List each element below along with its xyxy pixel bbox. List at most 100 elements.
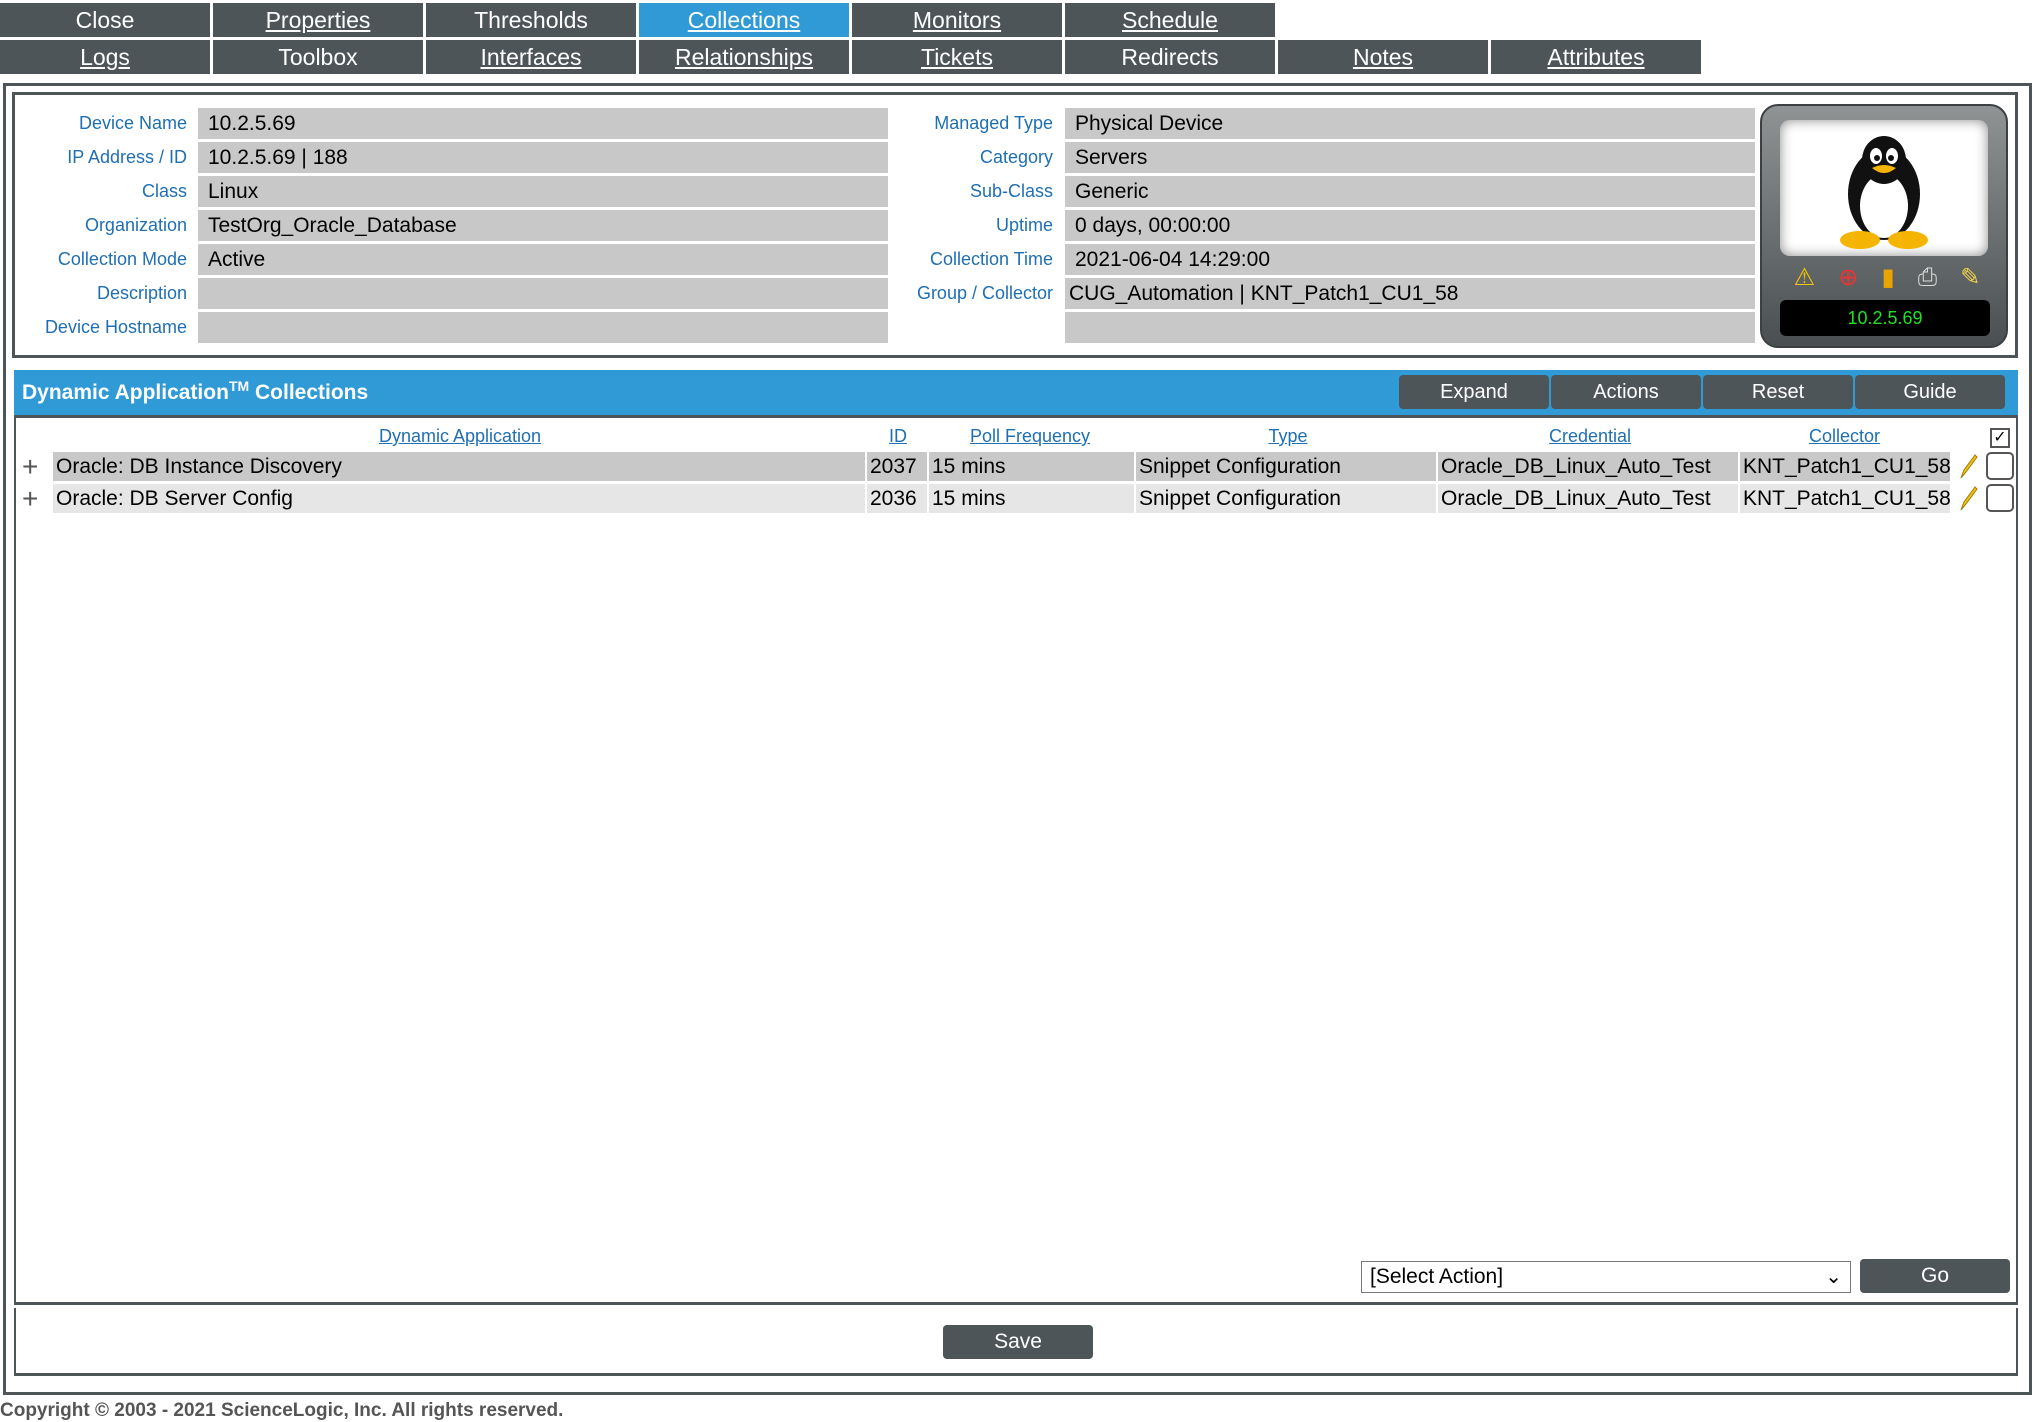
lifebuoy-icon[interactable]: ⊕ — [1838, 263, 1858, 293]
cell-credential: Oracle_DB_Linux_Auto_Test — [1438, 452, 1738, 481]
device-status-icons: ⚠ ⊕ ▮ ⎙ ✎ — [1782, 263, 1992, 293]
tab-collections[interactable]: Collections — [639, 3, 849, 37]
collections-header: Dynamic ApplicationTM Collections Expand… — [14, 370, 2018, 415]
value-category: Servers — [1065, 142, 1755, 173]
select-all-checkbox[interactable]: ✓ — [1990, 428, 2010, 448]
value-organization: TestOrg_Oracle_Database — [198, 210, 888, 241]
tab-logs[interactable]: Logs — [0, 40, 210, 74]
printer-icon[interactable]: ⎙ — [1918, 263, 1937, 293]
warning-icon[interactable]: ⚠ — [1794, 263, 1816, 293]
cell-poll-frequency: 15 mins — [929, 452, 1134, 481]
select-action-value: [Select Action] — [1370, 1265, 1504, 1288]
tab-logs-label: Logs — [80, 44, 130, 70]
label-uptime: Uptime — [995, 215, 1053, 235]
cell-dynamic-application[interactable]: Oracle: DB Instance Discovery — [53, 452, 865, 481]
tab-interfaces-label: Interfaces — [480, 44, 582, 70]
label-collection-mode: Collection Mode — [57, 249, 187, 269]
signal-bars-icon[interactable]: ▮ — [1882, 263, 1895, 293]
value-device-hostname — [198, 312, 888, 343]
collections-body — [14, 415, 2018, 1305]
tab-monitors[interactable]: Monitors — [852, 3, 1062, 37]
tab-properties[interactable]: Properties — [213, 3, 423, 37]
tab-thresholds[interactable]: Thresholds — [426, 3, 636, 37]
tab-relationships[interactable]: Relationships — [639, 40, 849, 74]
row-checkbox[interactable] — [1986, 452, 2014, 480]
label-class: Class — [141, 181, 187, 201]
cell-dynamic-application[interactable]: Oracle: DB Server Config — [53, 484, 865, 513]
tab-toolbox[interactable]: Toolbox — [213, 40, 423, 74]
tab-collections-label: Collections — [687, 7, 801, 33]
tab-row-1: Close Properties Thresholds Collections … — [0, 3, 1278, 37]
value-collection-mode: Active — [198, 244, 888, 275]
guide-button[interactable]: Guide — [1855, 375, 2005, 409]
cell-type: Snippet Configuration — [1136, 452, 1436, 481]
col-header-credential[interactable]: Credential — [1440, 426, 1740, 447]
actions-button[interactable]: Actions — [1551, 375, 1701, 409]
copyright-text: Copyright © 2003 - 2021 ScienceLogic, In… — [0, 1400, 564, 1421]
value-uptime: 0 days, 00:00:00 — [1065, 210, 1755, 241]
tab-attributes[interactable]: Attributes — [1491, 40, 1701, 74]
col-header-id[interactable]: ID — [868, 426, 928, 447]
wrench-icon[interactable]: ✎ — [1960, 263, 1980, 293]
save-button[interactable]: Save — [943, 1325, 1093, 1359]
expand-button[interactable]: Expand — [1399, 375, 1549, 409]
expand-row-icon[interactable]: + — [22, 484, 38, 513]
collections-title-main: Dynamic Application — [22, 381, 229, 404]
cell-id: 2037 — [867, 452, 927, 481]
cell-id: 2036 — [867, 484, 927, 513]
col-header-poll-frequency[interactable]: Poll Frequency — [930, 426, 1130, 447]
cell-credential: Oracle_DB_Linux_Auto_Test — [1438, 484, 1738, 513]
value-sub-class: Generic — [1065, 176, 1755, 207]
col-header-type[interactable]: Type — [1138, 426, 1438, 447]
label-description: Description — [96, 283, 187, 303]
tab-redirects[interactable]: Redirects — [1065, 40, 1275, 74]
device-badge: ⚠ ⊕ ▮ ⎙ ✎ 10.2.5.69 — [1760, 104, 2008, 348]
label-device-hostname: Device Hostname — [44, 317, 187, 337]
cell-collector: KNT_Patch1_CU1_58 — [1740, 484, 1950, 513]
col-header-collector[interactable]: Collector — [1742, 426, 1947, 447]
collections-title-suffix: Collections — [249, 381, 369, 404]
tab-attributes-label: Attributes — [1547, 44, 1645, 70]
select-action-dropdown[interactable]: [Select Action] ⌄ — [1361, 1261, 1851, 1293]
label-group-collector: Group / Collector — [916, 283, 1053, 303]
tab-schedule-label: Schedule — [1122, 7, 1218, 33]
go-button[interactable]: Go — [1860, 1259, 2010, 1293]
row-checkbox[interactable] — [1986, 484, 2014, 512]
tab-monitors-label: Monitors — [912, 7, 1002, 33]
tab-close[interactable]: Close — [0, 3, 210, 37]
collections-title: Dynamic ApplicationTM Collections — [22, 378, 368, 405]
expand-row-icon[interactable]: + — [22, 452, 38, 481]
label-category: Category — [979, 147, 1053, 167]
device-badge-ip: 10.2.5.69 — [1780, 300, 1990, 336]
tab-notes-label: Notes — [1352, 44, 1414, 70]
linux-penguin-icon — [1840, 136, 1928, 249]
label-device-name: Device Name — [78, 113, 187, 133]
tab-properties-label: Properties — [265, 7, 371, 33]
chevron-down-icon: ⌄ — [1825, 1266, 1842, 1288]
device-badge-screen — [1780, 120, 1988, 256]
reset-button[interactable]: Reset — [1703, 375, 1853, 409]
label-sub-class: Sub-Class — [969, 181, 1053, 201]
value-ip-address: 10.2.5.69 | 188 — [198, 142, 888, 173]
tab-tickets-label: Tickets — [921, 44, 993, 70]
cell-collector: KNT_Patch1_CU1_58 — [1740, 452, 1950, 481]
tab-row-2: Logs Toolbox Interfaces Relationships Ti… — [0, 40, 1704, 74]
value-group-collector: CUG_Automation | KNT_Patch1_CU1_58 — [1065, 278, 1755, 309]
tab-schedule[interactable]: Schedule — [1065, 3, 1275, 37]
edit-pencil-icon[interactable] — [1955, 484, 1979, 513]
value-description — [198, 278, 888, 309]
cell-poll-frequency: 15 mins — [929, 484, 1134, 513]
tab-interfaces[interactable]: Interfaces — [426, 40, 636, 74]
col-header-dynamic-application[interactable]: Dynamic Application — [330, 426, 590, 447]
value-collection-time: 2021-06-04 14:29:00 — [1065, 244, 1755, 275]
collections-title-tm: TM — [228, 378, 250, 394]
value-empty-row — [1065, 312, 1755, 343]
value-class: Linux — [198, 176, 888, 207]
value-managed-type: Physical Device — [1065, 108, 1755, 139]
edit-pencil-icon[interactable] — [1955, 452, 1979, 481]
label-managed-type: Managed Type — [934, 113, 1053, 133]
label-collection-time: Collection Time — [929, 249, 1053, 269]
cell-type: Snippet Configuration — [1136, 484, 1436, 513]
tab-tickets[interactable]: Tickets — [852, 40, 1062, 74]
tab-notes[interactable]: Notes — [1278, 40, 1488, 74]
